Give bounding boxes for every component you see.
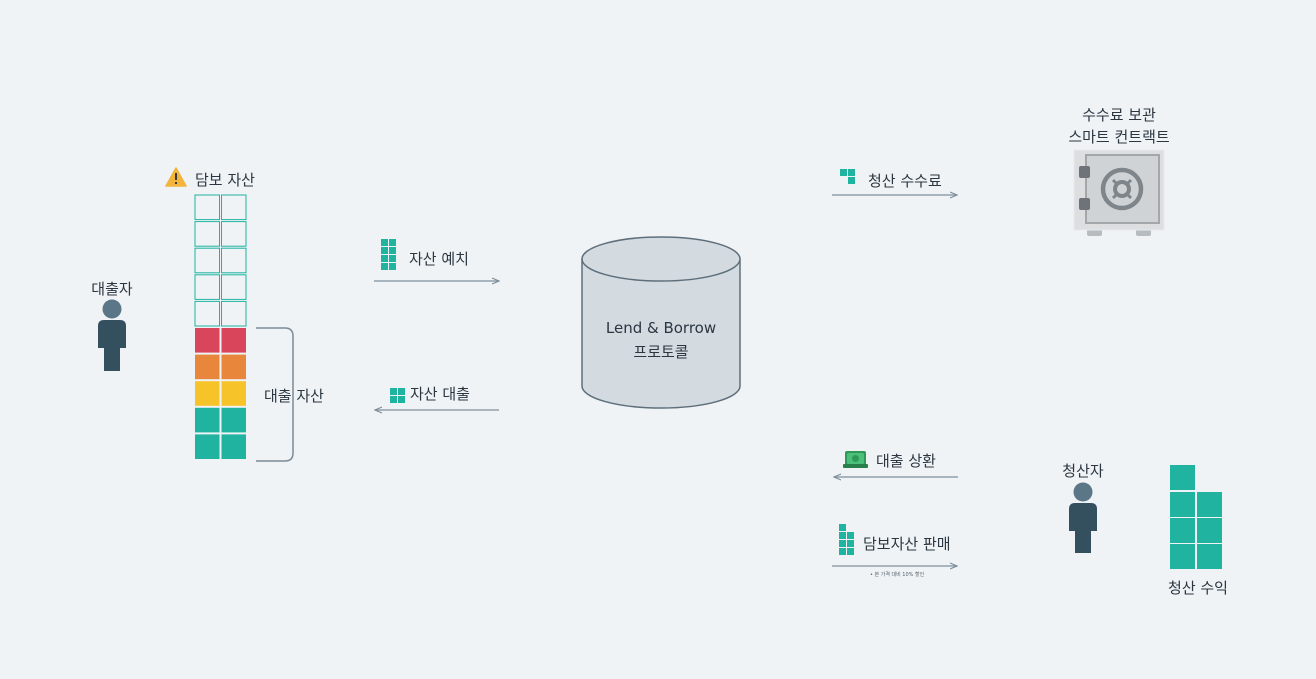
warning-icon — [165, 167, 187, 187]
protocol-name: Lend & Borrow — [605, 319, 717, 337]
diagram-canvas — [98, 149, 1222, 679]
borrower-label: 대출자 — [91, 280, 133, 298]
loan-asset-cell — [195, 381, 220, 406]
collateral-grid — [194, 194, 247, 459]
liquidation-diagram: 대출자 담보 자산 대출 자산 자산 예치 자산 대출 Lend & Borro… — [0, 0, 1316, 679]
collateral-empty-cell — [221, 274, 247, 300]
loan-asset-cell — [221, 407, 246, 433]
cash-icon — [843, 451, 868, 468]
collateral-empty-cell — [221, 247, 247, 274]
loan-asset-cell — [221, 328, 246, 353]
sale-label: 담보자산 판매 — [863, 535, 951, 553]
liquidator-label: 청산자 — [1062, 462, 1104, 480]
profit-asset-cell — [1170, 492, 1195, 517]
collateral-empty-cell — [194, 300, 220, 327]
loan-asset-cell — [221, 354, 246, 380]
liquidator-person-icon — [1069, 482, 1097, 553]
loan-asset-cell — [221, 381, 246, 406]
profit-asset-icon — [1170, 465, 1222, 569]
deposit-asset-icon — [381, 239, 396, 270]
protocol-subtitle: 프로토콜 — [633, 343, 689, 361]
collateral-empty-cell — [221, 194, 247, 221]
profit-asset-cell — [1197, 518, 1222, 543]
repay-label: 대출 상환 — [876, 452, 936, 470]
sale-note: • 본 가격 대비 10% 할인 — [870, 572, 925, 578]
collateral-label: 담보 자산 — [195, 171, 255, 189]
profit-asset-cell — [1170, 465, 1195, 490]
borrow-asset-icon — [390, 388, 405, 403]
deposit-label: 자산 예치 — [409, 250, 469, 268]
collateral-empty-cell — [194, 247, 220, 274]
fee-asset-icon — [840, 169, 855, 184]
loan-asset-cell — [195, 407, 220, 433]
safe-icon — [1073, 149, 1165, 236]
profit-asset-cell — [1170, 518, 1195, 543]
collateral-empty-cell — [194, 274, 220, 300]
collateral-empty-cell — [194, 194, 220, 221]
sale-asset-icon — [839, 524, 854, 555]
loan-asset-cell — [195, 354, 220, 380]
collateral-empty-cell — [221, 221, 247, 247]
loan-asset-cell — [195, 434, 220, 459]
profit-asset-cell — [1170, 544, 1195, 569]
fee-label: 청산 수수료 — [868, 172, 942, 190]
collateral-empty-cell — [221, 300, 247, 327]
profit-asset-cell — [1197, 544, 1222, 569]
collateral-empty-cell — [194, 221, 220, 247]
vault-label-line1: 수수료 보관 — [1082, 106, 1156, 124]
loan-asset-cell — [195, 328, 220, 353]
profit-label: 청산 수익 — [1168, 579, 1228, 597]
vault-label-line2: 스마트 컨트랙트 — [1068, 128, 1170, 146]
borrower-person-icon — [98, 299, 126, 371]
borrow-label: 자산 대출 — [410, 385, 470, 403]
loan-asset-label: 대출 자산 — [264, 387, 324, 405]
profit-asset-cell — [1197, 492, 1222, 517]
loan-asset-cell — [221, 434, 246, 459]
